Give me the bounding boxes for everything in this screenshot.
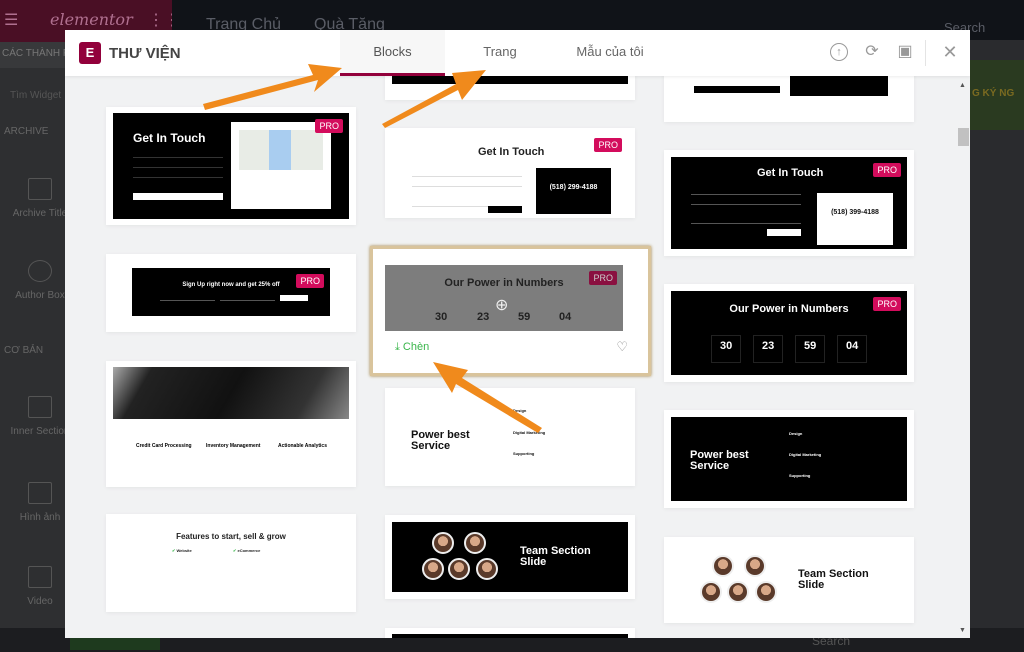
scroll-up-icon[interactable]: ▲ [959,82,966,89]
service-item: Supporting [513,451,535,456]
number-value: 04 [837,335,868,363]
block-get-in-touch-light[interactable]: PRO Get In Touch (518) 299-4188 [385,128,635,218]
list-header: ✔ eCommerce [233,548,261,553]
widget-label: Video [27,596,53,607]
zoom-in-icon[interactable]: ⊕ [495,295,508,315]
archive-title-icon [28,178,52,200]
section-archive: ARCHIVE [4,126,49,137]
pro-badge: PRO [873,163,901,177]
number-value: 23 [477,311,490,323]
menu-icon[interactable]: ☰ [4,10,18,29]
close-icon[interactable]: ✕ [940,42,960,62]
image-icon [28,482,52,504]
pro-badge: PRO [589,271,617,285]
sync-icon[interactable]: ⟳ [862,42,882,62]
service-item: Digital Marketing [789,452,822,457]
pro-badge: PRO [315,119,343,133]
service-item: Design [789,431,803,436]
widget-search[interactable]: Tìm Widget [10,90,61,101]
block-get-in-touch-map[interactable]: PRO Get In Touch [106,107,356,225]
list-header: ✔ Website [172,548,192,553]
block-get-in-touch-dark[interactable]: PRO Get In Touch (518) 399-4188 [664,150,914,256]
block-preview: PRO Our Power in Numbers 30 23 59 04 [671,291,907,375]
block-team-light[interactable]: Team Section Slide [664,537,914,623]
widget-label: Author Box [15,290,65,301]
tab-pages[interactable]: Trang [460,30,540,76]
number-value: 30 [711,335,742,363]
pro-badge: PRO [873,297,901,311]
map-preview [231,122,331,209]
modal-title: THƯ VIỆN [109,45,181,62]
modal-header: E THƯ VIỆN Blocks Trang Mẫu của tôi ↑ ⟳ … [65,30,970,76]
number-value: 59 [518,311,531,323]
preview-title: Get In Touch [133,131,206,145]
tab-my-templates[interactable]: Mẫu của tôi [560,30,660,76]
number-value: 59 [795,335,826,363]
section-basic: CƠ BẢN [4,345,44,356]
tab-blocks[interactable]: Blocks [340,30,445,76]
user-icon [28,260,52,282]
block-preview: Power best Service Design Digital Market… [671,417,907,501]
elementor-icon: E [79,42,101,64]
block-preview: PRO Get In Touch [113,113,349,219]
block-preview: PRO Get In Touch (518) 299-4188 [392,132,628,214]
block-preview: PRO Our Power in Numbers 30 23 59 04 ⊕ [385,265,623,331]
preview-title: Get In Touch [478,146,545,158]
insert-label: Chèn [402,341,430,353]
pro-badge: PRO [296,274,324,288]
block-preview [113,367,349,419]
banner-text: G KÝ NG [972,88,1015,99]
block-preview: PRO Sign Up right now and get 25% off [132,268,330,316]
block-team-dark[interactable]: Team Section Slide [385,515,635,599]
block-power-numbers-hovered[interactable]: PRO Our Power in Numbers 30 23 59 04 ⊕ ⤓… [370,246,651,376]
columns-icon [28,396,52,418]
scrollbar-thumb[interactable] [958,128,969,146]
phone-text: (518) 299-4188 [536,168,611,214]
elementor-logo: elementor [50,10,133,29]
scrollbar[interactable]: ▲ ▼ [957,76,970,638]
scroll-down-icon[interactable]: ▼ [959,627,966,634]
preview-title: Our Power in Numbers [729,303,849,315]
block-power-service-dark[interactable]: Power best Service Design Digital Market… [664,410,914,508]
pro-badge: PRO [594,138,622,152]
preview-title: Power best Service [411,429,470,452]
upload-icon[interactable]: ↑ [830,43,848,61]
block-preview: PRO Get In Touch (518) 399-4188 [671,157,907,249]
number-value: 23 [753,335,784,363]
feature-label: Actionable Analytics [278,443,327,449]
video-icon [28,566,52,588]
template-library-modal: E THƯ VIỆN Blocks Trang Mẫu của tôi ↑ ⟳ … [65,30,970,638]
phone-text: (518) 399-4188 [817,193,893,245]
service-item: Supporting [789,473,811,478]
block-power-numbers-dark[interactable]: PRO Our Power in Numbers 30 23 59 04 [664,284,914,382]
site-banner: G KÝ NG [970,60,1024,130]
widget-label: Inner Section [10,426,70,437]
feature-label: Credit Card Processing [136,443,192,449]
service-item: Digital Marketing [513,430,546,435]
preview-title: Features to start, sell & grow [176,532,286,541]
service-item: Design [513,408,527,413]
preview-title: Power best Service [690,449,749,472]
number-value: 04 [559,311,572,323]
insert-button[interactable]: ⤓ Chèn [395,341,429,354]
block-partial-bottom[interactable] [385,628,635,638]
block-signup[interactable]: PRO Sign Up right now and get 25% off [106,254,356,332]
widget-label: Archive Title [12,208,68,219]
preview-title: Get In Touch [757,167,824,179]
divider [925,40,926,66]
preview-title: Team Section Slide [520,545,591,568]
preview-title: Team Section Slide [798,568,869,591]
preview-title: Our Power in Numbers [444,277,564,289]
block-features-grow[interactable]: Features to start, sell & grow ✔ Website… [106,514,356,612]
block-preview: Team Section Slide [392,522,628,592]
block-power-service-light[interactable]: Power best Service Design Digital Market… [385,388,635,486]
number-value: 30 [435,311,448,323]
feature-label: Inventory Management [206,443,261,449]
favorite-heart-icon[interactable]: ♡ [616,339,628,355]
widget-label: Hình ảnh [19,512,61,523]
save-icon[interactable]: ▣ [895,42,915,62]
block-features-image[interactable]: Credit Card Processing Inventory Managem… [106,361,356,487]
